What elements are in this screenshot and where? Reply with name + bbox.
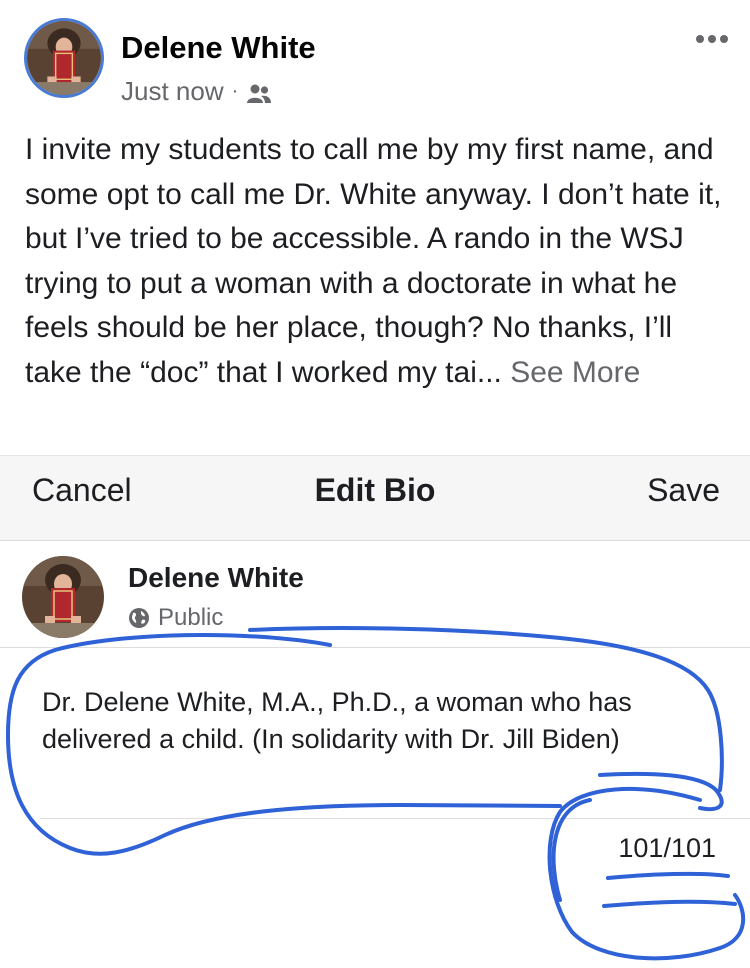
- avatar-image: [27, 21, 101, 95]
- avatar-image: [22, 556, 104, 638]
- meta-separator: ·: [231, 80, 239, 102]
- post-meta: Just now ·: [121, 76, 272, 107]
- marker-underline-stroke: [602, 899, 737, 908]
- author-name[interactable]: Delene White: [121, 30, 316, 66]
- see-more-link[interactable]: See More: [510, 356, 640, 389]
- character-counter: 101/101: [618, 833, 716, 863]
- privacy-label: Public: [158, 604, 224, 631]
- marker-loop-stroke: [598, 771, 724, 811]
- author-avatar[interactable]: [24, 18, 104, 98]
- marker-underline-stroke: [606, 871, 730, 880]
- marker-loop-stroke: [547, 786, 746, 961]
- more-horizontal-icon[interactable]: [694, 32, 730, 44]
- marker-loop-stroke: [551, 798, 592, 902]
- friends-icon[interactable]: [246, 81, 272, 103]
- post-body: I invite my students to call me by my fi…: [25, 128, 735, 395]
- bio-profile-name: Delene White: [128, 562, 304, 593]
- bio-avatar: [22, 556, 104, 638]
- cancel-button[interactable]: Cancel: [32, 472, 132, 509]
- privacy-selector[interactable]: Public: [128, 604, 223, 632]
- post-header: Delene White Just now ·: [0, 0, 750, 120]
- bio-input[interactable]: Dr. Delene White, M.A., Ph.D., a woman w…: [42, 684, 712, 758]
- edit-bio-bar: Cancel Edit Bio Save: [0, 455, 750, 541]
- globe-icon: [128, 607, 150, 629]
- bio-input-underline: [40, 818, 750, 819]
- divider: [0, 647, 750, 648]
- post-timestamp[interactable]: Just now: [121, 76, 224, 107]
- save-button[interactable]: Save: [647, 472, 720, 509]
- post-body-text: I invite my students to call me by my fi…: [25, 133, 722, 389]
